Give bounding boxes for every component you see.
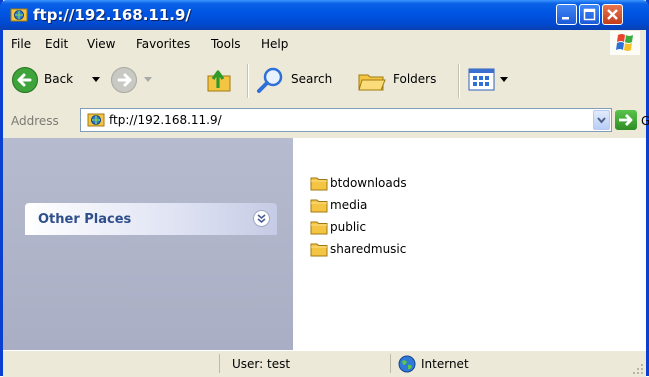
title-bar[interactable]: ftp://192.168.11.9/ [0,0,649,30]
back-label: Back [44,72,74,86]
window-title: ftp://192.168.11.9/ [33,6,191,24]
back-dropdown-icon[interactable] [92,77,100,83]
status-divider [390,354,391,373]
toolbar-separator [247,64,248,98]
status-bar: User: test Internet [3,350,646,377]
folder-icon [310,199,328,213]
menu-file[interactable]: File [11,37,31,51]
expand-chevron-button[interactable] [253,210,270,227]
search-label: Search [291,72,333,86]
menu-view[interactable]: View [87,37,115,51]
file-name: btdownloads [330,176,407,190]
toolbar-separator [458,64,459,98]
menu-edit[interactable]: Edit [45,37,68,51]
resize-grip-icon[interactable] [632,363,644,375]
windows-logo [610,31,640,55]
file-name: public [330,220,367,234]
address-value[interactable]: ftp://192.168.11.9/ [109,113,222,127]
go-label[interactable]: Go [641,114,649,128]
ftp-folder-icon [10,8,28,22]
globe-icon [398,355,416,373]
status-divider [219,354,220,373]
go-button[interactable] [615,110,637,130]
folders-label: Folders [393,72,437,86]
close-button[interactable] [602,4,623,25]
double-chevron-down-icon [257,214,266,224]
folder-up-icon [207,70,231,92]
minimize-button[interactable] [556,4,577,25]
forward-button[interactable] [107,63,159,97]
address-label: Address [11,114,59,128]
up-folder-button[interactable] [203,63,239,97]
file-list: btdownloads media public sharedmusic [293,138,646,350]
folders-button[interactable]: Folders [353,63,447,97]
folder-icon [310,221,328,235]
back-button[interactable]: Back [8,63,103,97]
task-pane: Other Places [3,138,293,350]
menu-bar: File Edit View Favorites Tools Help [3,30,646,58]
maximize-icon [583,8,596,21]
standard-toolbar: Back Search Folders [3,57,646,105]
windows-flag-icon [616,34,633,51]
folders-icon [358,74,386,91]
go-arrow-icon [619,114,633,126]
address-dropdown-button[interactable] [593,110,610,130]
file-name: media [330,198,368,212]
forward-dropdown-icon[interactable] [144,77,152,83]
close-icon [607,9,618,20]
menu-favorites[interactable]: Favorites [136,37,190,51]
menu-tools[interactable]: Tools [211,37,241,51]
views-grid-icon [468,68,495,91]
views-button[interactable] [465,63,511,97]
search-icon [257,67,283,93]
search-button[interactable]: Search [253,63,341,97]
ftp-folder-icon [87,113,105,127]
forward-arrow-icon [111,67,137,93]
explorer-window: ftp://192.168.11.9/ File Edit View Favor… [0,0,649,377]
folder-icon [310,177,328,191]
back-arrow-icon [12,67,38,93]
status-user: User: test [232,357,291,371]
status-zone: Internet [421,357,469,371]
folder-icon [310,243,328,257]
chevron-down-icon [597,117,606,124]
other-places-title: Other Places [38,212,132,227]
address-input[interactable]: ftp://192.168.11.9/ [80,108,612,132]
file-name: sharedmusic [330,242,407,256]
maximize-button[interactable] [579,4,600,25]
address-bar: Address ftp://192.168.11.9/ Go [3,104,649,138]
menu-help[interactable]: Help [261,37,288,51]
views-dropdown-icon[interactable] [500,77,508,83]
other-places-header[interactable]: Other Places [25,203,277,235]
minimize-icon [562,17,569,20]
